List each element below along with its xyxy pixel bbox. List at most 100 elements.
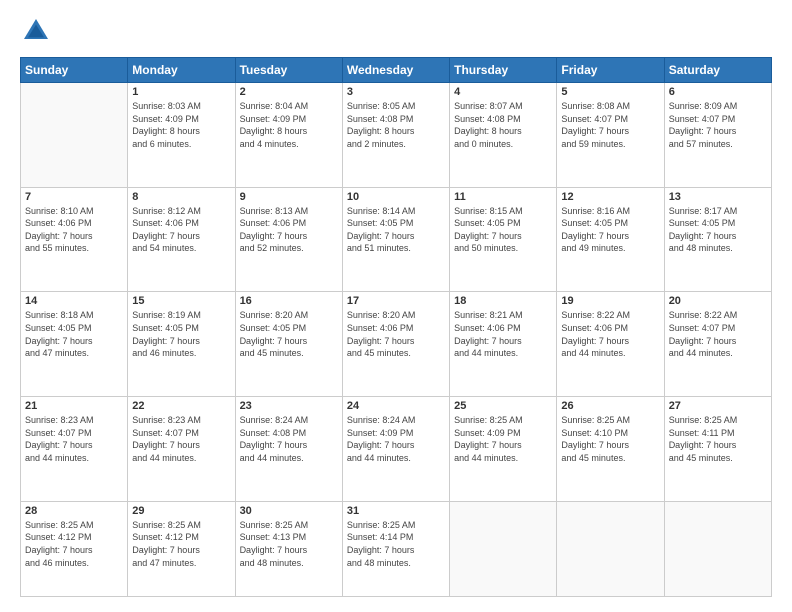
calendar-cell: 13Sunrise: 8:17 AM Sunset: 4:05 PM Dayli… [664, 187, 771, 292]
calendar-cell: 21Sunrise: 8:23 AM Sunset: 4:07 PM Dayli… [21, 397, 128, 502]
day-number: 16 [240, 295, 338, 307]
calendar-cell: 15Sunrise: 8:19 AM Sunset: 4:05 PM Dayli… [128, 292, 235, 397]
calendar-cell: 5 Sunrise: 8:08 AM Sunset: 4:07 PM Daylig… [557, 83, 664, 188]
calendar-cell: 22 Sunrise: 8:23 AM Sunset: 4:07 PM Dayli… [128, 397, 235, 502]
day-number: 25 [454, 400, 552, 412]
calendar-cell: 9 Sunrise: 8:13 AM Sunset: 4:06 PM Daylig… [235, 187, 342, 292]
day-info: Sunrise: 8:25 AM Sunset: 4:11 PM Dayligh… [669, 414, 767, 464]
day-number: 14 [25, 295, 123, 307]
day-info: Sunrise: 8:22 AM Sunset: 4:07 PM Dayligh… [669, 309, 767, 359]
calendar-table: SundayMondayTuesdayWednesdayThursdayFrid… [20, 57, 772, 597]
day-info: Sunrise: 8:09 AM Sunset: 4:07 PM Dayligh… [669, 100, 767, 150]
calendar-cell: 3 Sunrise: 8:05 AM Sunset: 4:08 PM Daylig… [342, 83, 449, 188]
calendar-cell: 8 Sunrise: 8:12 AM Sunset: 4:06 PM Daylig… [128, 187, 235, 292]
day-number: 27 [669, 400, 767, 412]
calendar-cell: 7 Sunrise: 8:10 AM Sunset: 4:06 PM Daylig… [21, 187, 128, 292]
calendar-cell: 20 Sunrise: 8:22 AM Sunset: 4:07 PM Dayli… [664, 292, 771, 397]
calendar-cell: 23Sunrise: 8:24 AM Sunset: 4:08 PM Dayli… [235, 397, 342, 502]
calendar-cell: 4Sunrise: 8:07 AM Sunset: 4:08 PM Daylig… [450, 83, 557, 188]
day-info: Sunrise: 8:03 AM Sunset: 4:09 PM Dayligh… [132, 100, 230, 150]
calendar-header-thursday: Thursday [450, 58, 557, 83]
day-number: 10 [347, 191, 445, 203]
day-number: 24 [347, 400, 445, 412]
day-info: Sunrise: 8:25 AM Sunset: 4:12 PM Dayligh… [25, 519, 123, 569]
calendar-week-row: 7 Sunrise: 8:10 AM Sunset: 4:06 PM Daylig… [21, 187, 772, 292]
calendar-header-wednesday: Wednesday [342, 58, 449, 83]
day-number: 22 [132, 400, 230, 412]
day-number: 8 [132, 191, 230, 203]
day-number: 11 [454, 191, 552, 203]
day-number: 9 [240, 191, 338, 203]
day-info: Sunrise: 8:25 AM Sunset: 4:12 PM Dayligh… [132, 519, 230, 569]
day-number: 17 [347, 295, 445, 307]
day-info: Sunrise: 8:15 AM Sunset: 4:05 PM Dayligh… [454, 205, 552, 255]
day-number: 3 [347, 86, 445, 98]
calendar-cell: 2 Sunrise: 8:04 AM Sunset: 4:09 PM Daylig… [235, 83, 342, 188]
calendar-week-row: 14 Sunrise: 8:18 AM Sunset: 4:05 PM Dayli… [21, 292, 772, 397]
day-info: Sunrise: 8:23 AM Sunset: 4:07 PM Dayligh… [132, 414, 230, 464]
day-info: Sunrise: 8:10 AM Sunset: 4:06 PM Dayligh… [25, 205, 123, 255]
calendar-header-saturday: Saturday [664, 58, 771, 83]
day-info: Sunrise: 8:21 AM Sunset: 4:06 PM Dayligh… [454, 309, 552, 359]
day-number: 6 [669, 86, 767, 98]
day-number: 13 [669, 191, 767, 203]
calendar-cell: 6 Sunrise: 8:09 AM Sunset: 4:07 PM Daylig… [664, 83, 771, 188]
calendar-cell: 17 Sunrise: 8:20 AM Sunset: 4:06 PM Dayli… [342, 292, 449, 397]
calendar-cell: 30Sunrise: 8:25 AM Sunset: 4:13 PM Dayli… [235, 501, 342, 596]
day-number: 29 [132, 505, 230, 517]
calendar-cell: 31Sunrise: 8:25 AM Sunset: 4:14 PM Dayli… [342, 501, 449, 596]
day-info: Sunrise: 8:16 AM Sunset: 4:05 PM Dayligh… [561, 205, 659, 255]
calendar-cell [664, 501, 771, 596]
day-info: Sunrise: 8:19 AM Sunset: 4:05 PM Dayligh… [132, 309, 230, 359]
calendar-week-row: 28 Sunrise: 8:25 AM Sunset: 4:12 PM Dayli… [21, 501, 772, 596]
day-number: 19 [561, 295, 659, 307]
day-number: 20 [669, 295, 767, 307]
header [20, 15, 772, 47]
calendar-cell: 12Sunrise: 8:16 AM Sunset: 4:05 PM Dayli… [557, 187, 664, 292]
logo [20, 15, 56, 47]
page: SundayMondayTuesdayWednesdayThursdayFrid… [0, 0, 792, 612]
day-number: 7 [25, 191, 123, 203]
calendar-cell: 19 Sunrise: 8:22 AM Sunset: 4:06 PM Dayli… [557, 292, 664, 397]
day-number: 31 [347, 505, 445, 517]
calendar-cell: 14 Sunrise: 8:18 AM Sunset: 4:05 PM Dayli… [21, 292, 128, 397]
calendar-header-monday: Monday [128, 58, 235, 83]
day-number: 1 [132, 86, 230, 98]
day-info: Sunrise: 8:22 AM Sunset: 4:06 PM Dayligh… [561, 309, 659, 359]
day-info: Sunrise: 8:23 AM Sunset: 4:07 PM Dayligh… [25, 414, 123, 464]
day-info: Sunrise: 8:24 AM Sunset: 4:09 PM Dayligh… [347, 414, 445, 464]
day-number: 2 [240, 86, 338, 98]
calendar-header-sunday: Sunday [21, 58, 128, 83]
day-info: Sunrise: 8:25 AM Sunset: 4:10 PM Dayligh… [561, 414, 659, 464]
day-info: Sunrise: 8:24 AM Sunset: 4:08 PM Dayligh… [240, 414, 338, 464]
calendar-cell: 29 Sunrise: 8:25 AM Sunset: 4:12 PM Dayli… [128, 501, 235, 596]
calendar-cell: 24 Sunrise: 8:24 AM Sunset: 4:09 PM Dayli… [342, 397, 449, 502]
day-number: 5 [561, 86, 659, 98]
day-info: Sunrise: 8:05 AM Sunset: 4:08 PM Dayligh… [347, 100, 445, 150]
day-info: Sunrise: 8:04 AM Sunset: 4:09 PM Dayligh… [240, 100, 338, 150]
calendar-cell: 25 Sunrise: 8:25 AM Sunset: 4:09 PM Dayli… [450, 397, 557, 502]
day-info: Sunrise: 8:20 AM Sunset: 4:06 PM Dayligh… [347, 309, 445, 359]
calendar-header-friday: Friday [557, 58, 664, 83]
calendar-week-row: 1 Sunrise: 8:03 AM Sunset: 4:09 PM Daylig… [21, 83, 772, 188]
logo-icon [20, 15, 52, 47]
calendar-cell [21, 83, 128, 188]
calendar-week-row: 21Sunrise: 8:23 AM Sunset: 4:07 PM Dayli… [21, 397, 772, 502]
day-info: Sunrise: 8:14 AM Sunset: 4:05 PM Dayligh… [347, 205, 445, 255]
day-info: Sunrise: 8:13 AM Sunset: 4:06 PM Dayligh… [240, 205, 338, 255]
day-info: Sunrise: 8:20 AM Sunset: 4:05 PM Dayligh… [240, 309, 338, 359]
calendar-cell: 1 Sunrise: 8:03 AM Sunset: 4:09 PM Daylig… [128, 83, 235, 188]
day-number: 28 [25, 505, 123, 517]
day-info: Sunrise: 8:08 AM Sunset: 4:07 PM Dayligh… [561, 100, 659, 150]
day-number: 18 [454, 295, 552, 307]
day-info: Sunrise: 8:18 AM Sunset: 4:05 PM Dayligh… [25, 309, 123, 359]
calendar-cell [557, 501, 664, 596]
day-number: 26 [561, 400, 659, 412]
day-info: Sunrise: 8:07 AM Sunset: 4:08 PM Dayligh… [454, 100, 552, 150]
calendar-cell: 27 Sunrise: 8:25 AM Sunset: 4:11 PM Dayli… [664, 397, 771, 502]
calendar-cell [450, 501, 557, 596]
day-info: Sunrise: 8:25 AM Sunset: 4:09 PM Dayligh… [454, 414, 552, 464]
day-info: Sunrise: 8:12 AM Sunset: 4:06 PM Dayligh… [132, 205, 230, 255]
day-info: Sunrise: 8:25 AM Sunset: 4:13 PM Dayligh… [240, 519, 338, 569]
calendar-header-tuesday: Tuesday [235, 58, 342, 83]
